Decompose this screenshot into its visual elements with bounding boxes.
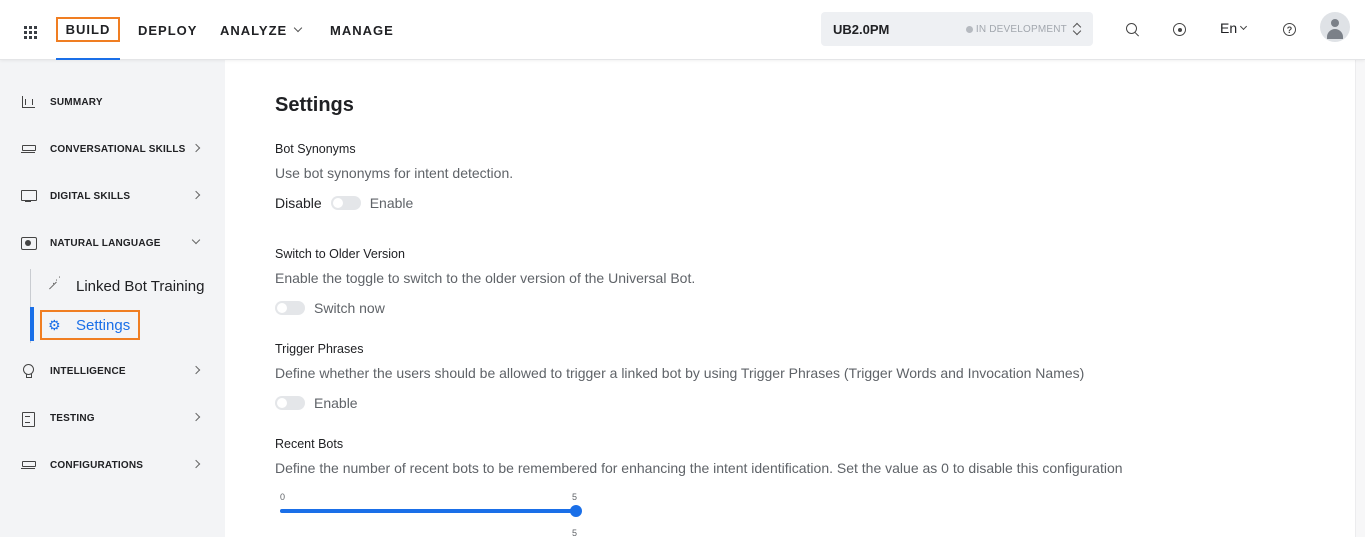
slider-thumb[interactable]: [570, 505, 582, 517]
sidebar-item-digital-skills[interactable]: DIGITAL SKILLS: [0, 184, 225, 208]
toggle-disable-label: Disable: [275, 195, 322, 211]
clipboard-icon: [20, 411, 36, 427]
config-icon: [20, 458, 36, 472]
sidebar-item-label: INTELLIGENCE: [50, 365, 126, 377]
sidebar-item-label: SUMMARY: [50, 96, 103, 108]
layers-icon: [20, 142, 36, 156]
sidebar-item-conversational-skills[interactable]: CONVERSATIONAL SKILLS: [0, 137, 225, 161]
nav-manage[interactable]: MANAGE: [330, 0, 394, 60]
nav-build-label: BUILD: [55, 16, 121, 42]
trigger-phrases-enable-label: Enable: [314, 395, 358, 411]
trigger-phrases-description: Define whether the users should be allow…: [275, 365, 1085, 381]
chevron-right-icon: [191, 190, 201, 200]
chevron-down-icon: [293, 23, 303, 33]
recent-bots-slider: 0 5 5: [280, 492, 582, 538]
chevron-down-icon: [1240, 22, 1248, 31]
recent-bots-title: Recent Bots: [275, 437, 344, 451]
nav-manage-label: MANAGE: [330, 22, 394, 38]
slider-track[interactable]: [280, 509, 576, 513]
trigger-phrases-toggle-row: Enable: [275, 395, 358, 411]
main-content: Settings Bot Synonyms Use bot synonyms f…: [225, 60, 1355, 538]
nav-analyze-label: ANALYZE: [220, 22, 288, 38]
status-dot-icon: [965, 25, 973, 33]
nav-deploy-label: DEPLOY: [138, 22, 198, 38]
older-version-description: Enable the toggle to switch to the older…: [275, 270, 696, 286]
gear-icon: ⚙: [48, 317, 61, 333]
language-selector[interactable]: En: [1220, 20, 1248, 36]
slider-max-label: 5: [572, 492, 578, 502]
sidebar: SUMMARY CONVERSATIONAL SKILLS DIGITAL SK…: [0, 60, 225, 537]
wand-icon: [46, 275, 61, 293]
bot-synonyms-toggle[interactable]: [330, 196, 361, 210]
chevron-down-icon: [191, 235, 201, 245]
bot-status-badge: IN DEVELOPMENT: [965, 23, 1067, 35]
sidebar-item-summary[interactable]: SUMMARY: [0, 90, 225, 114]
target-icon[interactable]: [1172, 22, 1188, 38]
bot-selector[interactable]: UB2.0PM IN DEVELOPMENT: [821, 12, 1093, 46]
sidebar-subitem-linked-bot-training[interactable]: Linked Bot Training: [46, 275, 205, 296]
bot-status-text: IN DEVELOPMENT: [975, 23, 1067, 35]
switch-now-label: Switch now: [314, 300, 385, 316]
search-icon[interactable]: [1125, 22, 1141, 38]
chart-icon: [20, 95, 36, 109]
sidebar-item-configurations[interactable]: CONFIGURATIONS: [0, 453, 225, 477]
sidebar-item-label: DIGITAL SKILLS: [50, 190, 131, 202]
up-down-arrows-icon: [1073, 22, 1081, 36]
apps-grid-icon[interactable]: [24, 26, 38, 40]
slider-min-label: 0: [280, 492, 286, 502]
monitor-icon: [20, 189, 37, 203]
language-label: En: [1220, 20, 1238, 36]
nav-analyze[interactable]: ANALYZE: [220, 0, 303, 60]
sidebar-item-label: CONFIGURATIONS: [50, 459, 144, 471]
sidebar-subitem-label: Linked Bot Training: [76, 277, 205, 295]
top-bar: BUILD DEPLOY ANALYZE MANAGE UB2.0PM IN D…: [0, 0, 1365, 60]
chevron-right-icon: [191, 412, 201, 422]
chevron-right-icon: [191, 365, 201, 375]
bot-synonyms-description: Use bot synonyms for intent detection.: [275, 165, 514, 181]
natural-language-icon: [20, 236, 37, 250]
trigger-phrases-toggle[interactable]: [275, 396, 305, 410]
toggle-enable-label: Enable: [369, 195, 414, 211]
page-title: Settings: [275, 94, 354, 116]
trigger-phrases-title: Trigger Phrases: [275, 342, 364, 356]
sidebar-item-testing[interactable]: TESTING: [0, 406, 225, 430]
older-version-title: Switch to Older Version: [275, 247, 405, 261]
active-indicator: [30, 307, 34, 341]
sidebar-item-label: NATURAL LANGUAGE: [50, 237, 161, 249]
scrollbar[interactable]: [1355, 60, 1365, 537]
chevron-right-icon: [191, 459, 201, 469]
sidebar-item-natural-language[interactable]: NATURAL LANGUAGE: [0, 231, 225, 255]
bot-synonyms-toggle-row: Disable Enable: [275, 195, 413, 211]
slider-fill: [280, 509, 576, 513]
switch-older-version-toggle[interactable]: [275, 301, 305, 315]
bulb-icon: [20, 364, 36, 378]
avatar[interactable]: [1320, 12, 1350, 42]
nav-build[interactable]: BUILD: [55, 0, 121, 60]
nav-deploy[interactable]: DEPLOY: [138, 0, 197, 60]
help-icon[interactable]: ?: [1282, 22, 1298, 38]
bot-name: UB2.0PM: [833, 21, 890, 37]
recent-bots-description: Define the number of recent bots to be r…: [275, 460, 1123, 476]
chevron-right-icon: [191, 143, 201, 153]
bot-synonyms-title: Bot Synonyms: [275, 142, 356, 156]
sidebar-subitem-settings[interactable]: ⚙ Settings: [40, 310, 141, 340]
older-version-toggle-row: Switch now: [275, 300, 385, 316]
sidebar-item-label: CONVERSATIONAL SKILLS: [50, 143, 186, 155]
sidebar-item-intelligence[interactable]: INTELLIGENCE: [0, 359, 225, 383]
sidebar-item-label: TESTING: [50, 412, 95, 424]
sidebar-subitem-label: Settings: [76, 316, 131, 334]
